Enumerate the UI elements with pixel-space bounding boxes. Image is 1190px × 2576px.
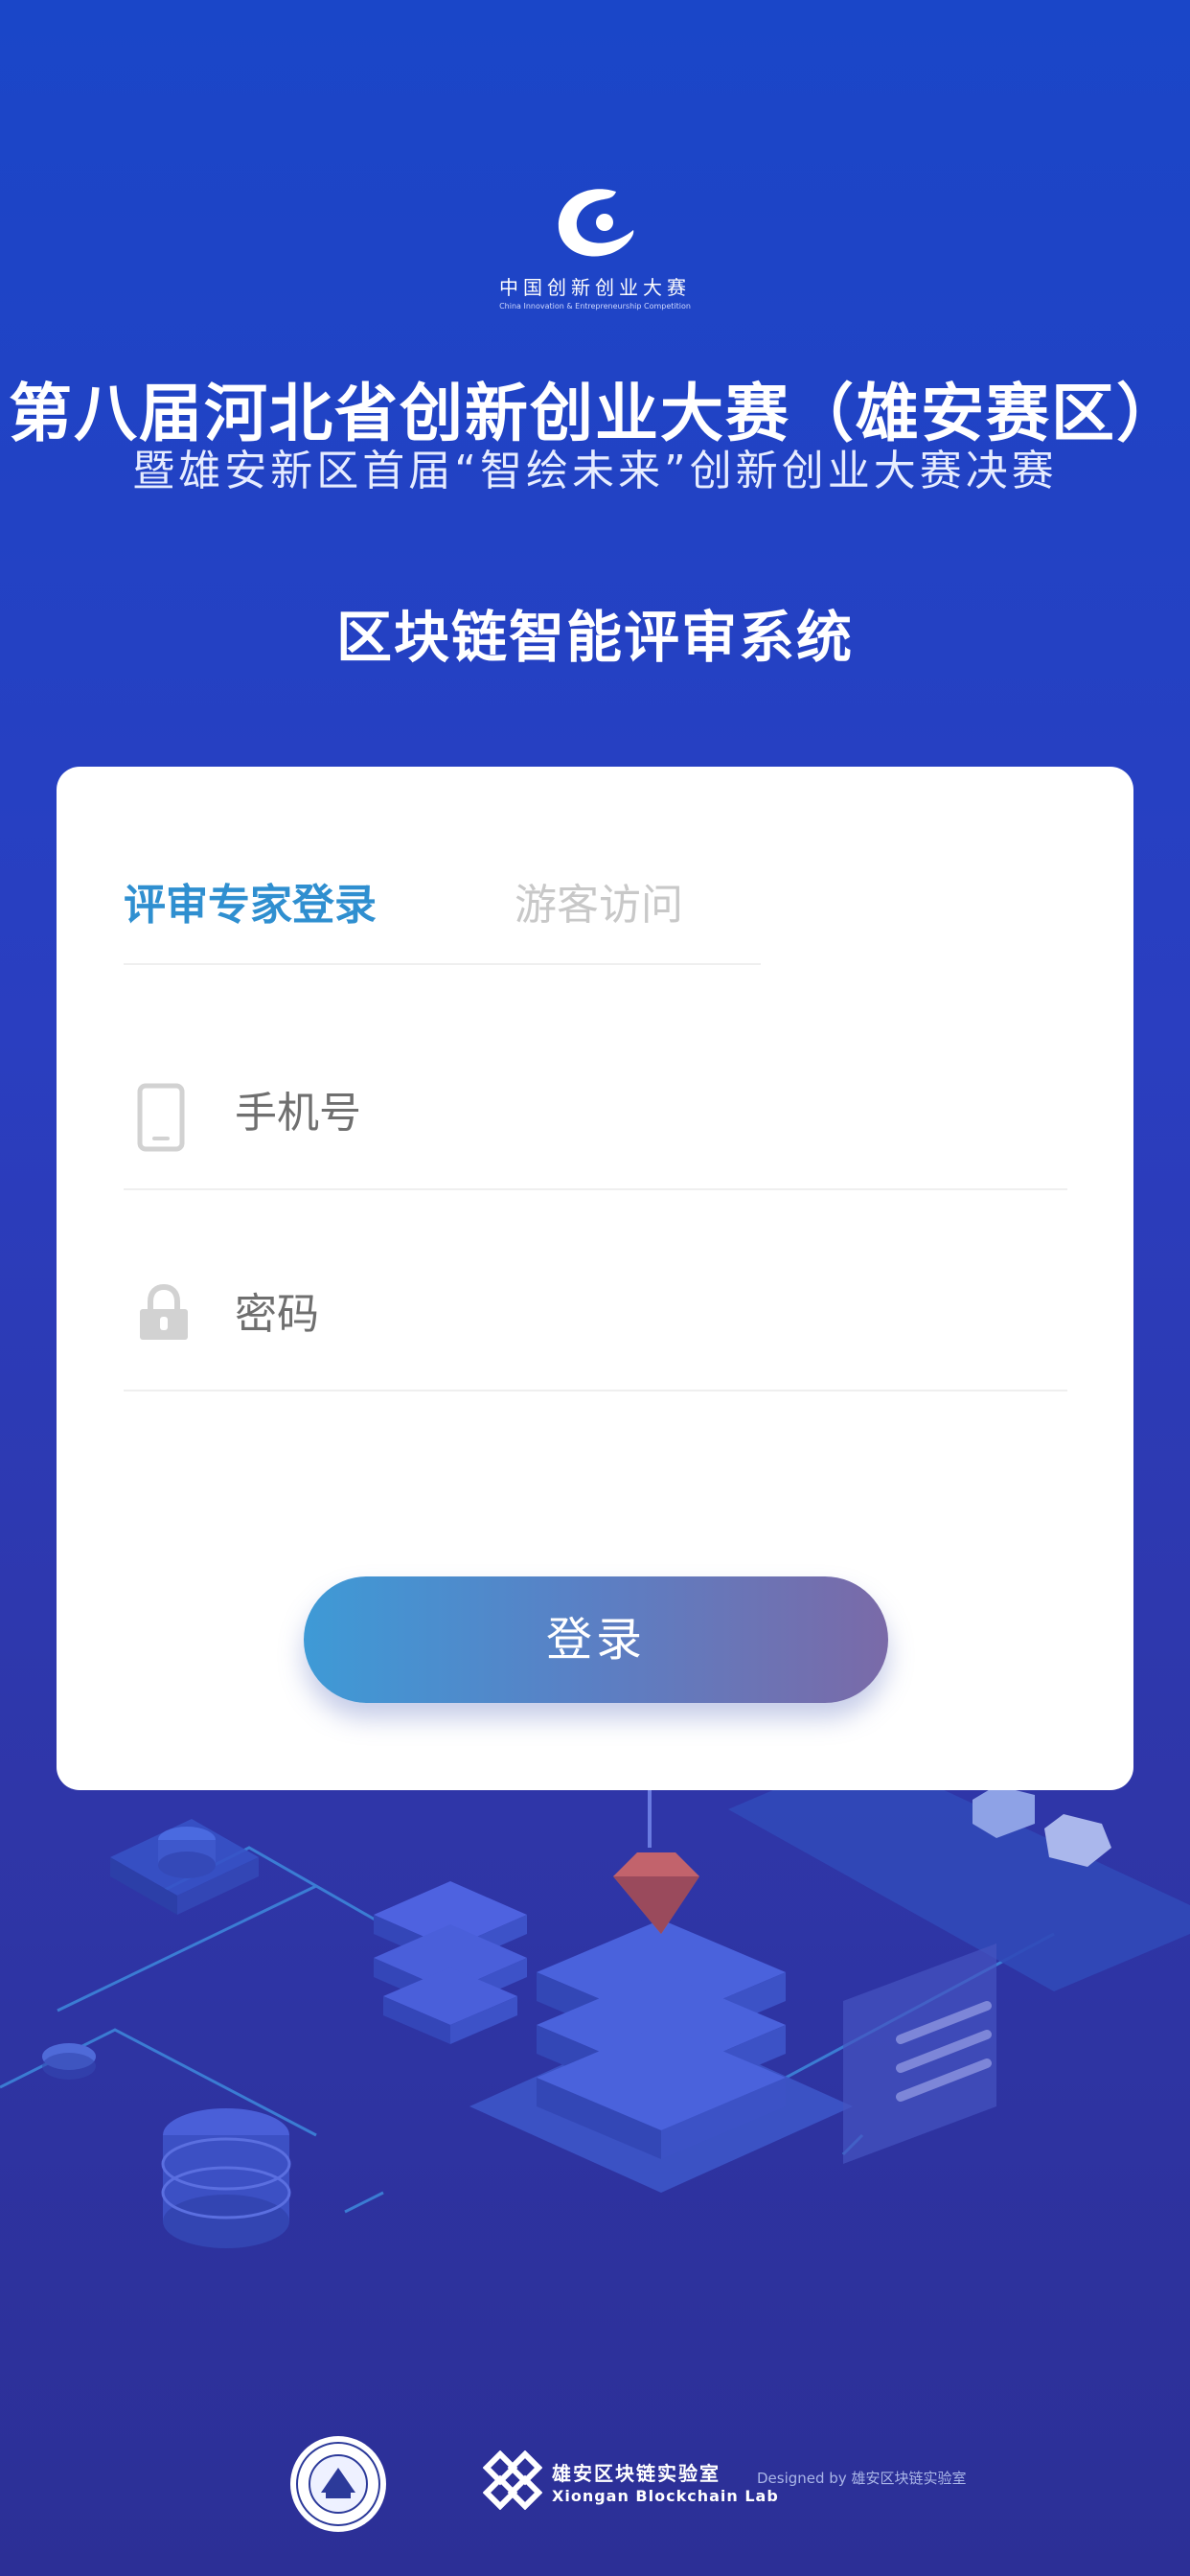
tab-expert-login[interactable]: 评审专家登录: [124, 877, 377, 934]
seal-icon: [290, 2436, 386, 2532]
lab-name-en: Xiongan Blockchain Lab: [552, 2487, 779, 2505]
blockchain-illustration: [0, 1790, 1190, 2248]
footer: 雄安区块链实验室 Xiongan Blockchain Lab Designed…: [0, 2429, 1190, 2544]
logo-chinese-text: 中国创新创业大赛: [499, 276, 691, 299]
lock-icon: [140, 1284, 188, 1340]
phone-input-placeholder: 手机号: [235, 1089, 361, 1138]
lab-name-cn: 雄安区块链实验室: [552, 2462, 721, 2485]
logo-c-icon: [558, 189, 634, 257]
login-button[interactable]: 登录: [304, 1576, 888, 1703]
phone-icon: [137, 1083, 185, 1152]
system-title: 区块链智能评审系统: [335, 605, 854, 670]
login-tabs: 评审专家登录 游客访问: [124, 877, 761, 965]
page-subtitle: 暨雄安新区首届“智绘未来”创新创业大赛决赛: [132, 447, 1058, 495]
password-field[interactable]: 密码: [124, 1246, 1067, 1392]
phone-field[interactable]: 手机号: [124, 1045, 1067, 1190]
tab-guest-access[interactable]: 游客访问: [515, 877, 683, 934]
blockchain-lab-logo-icon: [483, 2450, 542, 2510]
designed-by-text: Designed by 雄安区块链实验室: [757, 2470, 967, 2487]
password-input-placeholder: 密码: [235, 1290, 319, 1339]
logo-english-text: China Innovation & Entrepreneurship Comp…: [499, 302, 691, 310]
competition-logo: 中国创新创业大赛 China Innovation & Entrepreneur…: [0, 182, 1190, 310]
